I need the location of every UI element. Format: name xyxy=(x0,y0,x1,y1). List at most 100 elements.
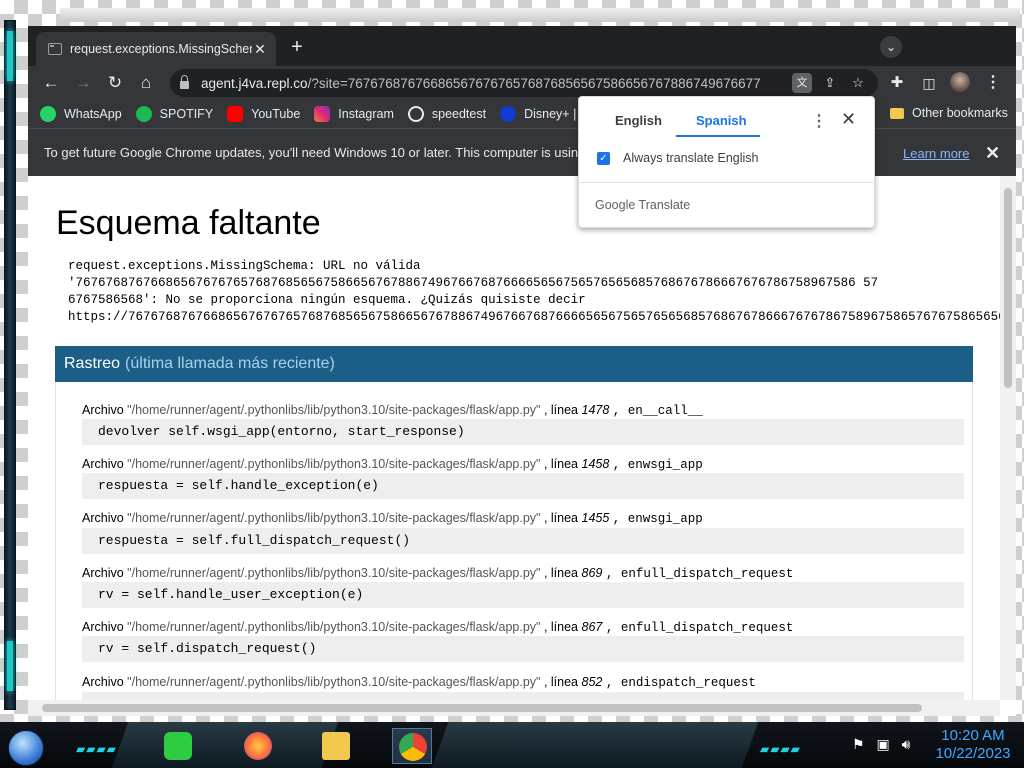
lock-icon[interactable] xyxy=(180,75,189,89)
other-bookmarks[interactable]: Other bookmarks xyxy=(890,106,1008,120)
taskbar-app-file-explorer[interactable] xyxy=(316,728,356,764)
system-tray: ⚑ ▣ 🔊︎ xyxy=(852,736,910,753)
side-panel-icon[interactable]: ◫ xyxy=(918,72,940,94)
desktop-frame-top xyxy=(60,8,1020,22)
other-bookmarks-label: Other bookmarks xyxy=(912,106,1008,120)
disney-icon xyxy=(500,106,517,122)
extensions-icon[interactable]: ✚ xyxy=(886,72,908,94)
page-content: Esquema faltante request.exceptions.Miss… xyxy=(28,176,1000,700)
bookmark-label: WhatsApp xyxy=(64,107,122,121)
error-line: 6767586568': No se proporciona ningún es… xyxy=(68,293,586,307)
whatsapp-icon xyxy=(40,106,56,122)
taskbar-decoration xyxy=(111,722,339,768)
frame-code[interactable]: devolver self.wsgi_app(entorno, start_re… xyxy=(82,419,964,445)
page-title: Esquema faltante xyxy=(56,204,321,242)
reload-button[interactable]: ↻ xyxy=(104,72,126,94)
clock-date: 10/22/2023 xyxy=(935,745,1011,762)
frame-code[interactable]: respuesta = self.full_dispatch_request() xyxy=(82,528,964,554)
active-tab-indicator xyxy=(676,135,760,137)
bookmark-label: speedtest xyxy=(431,107,487,121)
error-message: request.exceptions.MissingSchema: URL no… xyxy=(68,258,1000,326)
translate-close-icon[interactable]: ✕ xyxy=(841,109,856,130)
frame-location: Archivo "/home/runner/agent/.pythonlibs/… xyxy=(82,675,756,690)
infobar-close-icon[interactable]: ✕ xyxy=(985,143,1000,164)
traceback-subtitle: (última llamada más reciente) xyxy=(125,355,335,372)
chrome-icon xyxy=(399,733,427,761)
new-tab-button[interactable]: + xyxy=(286,36,308,58)
frame-location: Archivo "/home/runner/agent/.pythonlibs/… xyxy=(82,457,703,472)
google-translate-label: Google Translate xyxy=(595,198,691,212)
taskbar-decoration xyxy=(431,722,759,768)
bookmark-youtube[interactable]: YouTube xyxy=(227,106,300,122)
start-button[interactable] xyxy=(8,730,44,766)
frame-location: Archivo "/home/runner/agent/.pythonlibs/… xyxy=(82,620,794,635)
traceback-frames: Archivo "/home/runner/agent/.pythonlibs/… xyxy=(55,382,973,700)
frame-location: Archivo "/home/runner/agent/.pythonlibs/… xyxy=(82,511,703,526)
tab-english[interactable]: English xyxy=(615,113,662,128)
frame-code[interactable]: rv = self.dispatch_request() xyxy=(82,636,964,662)
browser-tab[interactable]: request.exceptions.MissingSchem ✕ xyxy=(36,32,276,66)
volume-icon[interactable]: 🔊︎ xyxy=(902,736,911,752)
infobar-text: To get future Google Chrome updates, you… xyxy=(44,145,584,160)
divider xyxy=(579,182,876,183)
translate-icon[interactable]: 文 xyxy=(792,73,812,93)
scroll-thumb[interactable] xyxy=(42,704,922,712)
browser-toolbar: ← → ↻ ⌂ agent.j4va.repl.co/?site=7676768… xyxy=(28,66,1016,100)
always-translate-label[interactable]: Always translate English xyxy=(623,151,758,165)
bookmark-speedtest[interactable]: speedtest xyxy=(407,106,487,122)
horizontal-scrollbar[interactable] xyxy=(28,700,1000,716)
network-icon[interactable]: ▣ xyxy=(876,736,889,752)
taskbar-app-firefox[interactable] xyxy=(238,728,278,764)
forward-button[interactable]: → xyxy=(72,72,94,94)
folder-icon xyxy=(890,107,904,119)
address-bar[interactable]: agent.j4va.repl.co/?site=767676876766865… xyxy=(170,69,878,97)
terminal-icon xyxy=(48,43,62,55)
youtube-icon xyxy=(227,106,244,122)
frame-code[interactable] xyxy=(82,692,964,700)
error-line: request.exceptions.MissingSchema: URL no… xyxy=(68,259,421,273)
flag-icon[interactable]: ⚑ xyxy=(852,736,865,752)
chrome-menu-icon[interactable]: ⋮ xyxy=(982,72,1004,94)
translate-popup: English Spanish ⋮ ✕ ✓ Always translate E… xyxy=(578,96,876,228)
profile-avatar[interactable] xyxy=(950,72,972,94)
frame-code[interactable]: rv = self.handle_user_exception(e) xyxy=(82,582,964,608)
learn-more-link[interactable]: Learn more xyxy=(903,146,969,161)
error-line: https://76767687676686567676765768768565… xyxy=(68,310,1000,324)
notes-icon xyxy=(164,732,192,760)
frame-location: Archivo "/home/runner/agent/.pythonlibs/… xyxy=(82,566,794,581)
frame-code[interactable]: respuesta = self.handle_exception(e) xyxy=(82,473,964,499)
share-icon[interactable]: ⇪ xyxy=(820,73,840,93)
always-translate-checkbox[interactable]: ✓ xyxy=(597,152,610,165)
bookmark-label: Instagram xyxy=(338,107,394,121)
taskbar-glow: ▰▰▰▰ xyxy=(760,742,801,756)
url-text: agent.j4va.repl.co/?site=767676876766865… xyxy=(201,75,761,91)
tab-search-button[interactable]: ⌄ xyxy=(880,36,902,58)
scroll-thumb[interactable] xyxy=(1004,188,1012,388)
home-button[interactable]: ⌂ xyxy=(135,72,157,94)
tab-strip: request.exceptions.MissingSchem ✕ + ⌄ xyxy=(28,26,1016,66)
system-clock[interactable]: 10:20 AM 10/22/2023 xyxy=(928,727,1018,763)
taskbar-app-chrome[interactable] xyxy=(392,728,432,764)
traceback-title: Rastreo xyxy=(64,355,121,372)
frame-glow xyxy=(7,641,13,691)
bookmark-label: YouTube xyxy=(251,107,301,121)
speedtest-icon xyxy=(407,106,424,122)
instagram-icon xyxy=(314,106,331,122)
tab-spanish[interactable]: Spanish xyxy=(696,113,747,128)
bookmark-star-icon[interactable]: ☆ xyxy=(848,73,868,93)
desktop-frame-left xyxy=(4,20,16,710)
error-line: '767676876766865676767657687685656758665… xyxy=(68,276,879,290)
vertical-scrollbar[interactable] xyxy=(1000,176,1016,700)
taskbar-app-notes[interactable] xyxy=(158,728,198,764)
bookmark-whatsapp[interactable]: WhatsApp xyxy=(40,106,122,122)
firefox-icon xyxy=(244,732,272,760)
bookmark-instagram[interactable]: Instagram xyxy=(314,106,394,122)
bookmark-spotify[interactable]: SPOTIFY xyxy=(135,106,214,122)
frame-location: Archivo "/home/runner/agent/.pythonlibs/… xyxy=(82,403,703,418)
tab-close-icon[interactable]: ✕ xyxy=(252,41,268,57)
bookmark-label: SPOTIFY xyxy=(159,107,214,121)
file-explorer-icon xyxy=(322,732,350,760)
translate-menu-icon[interactable]: ⋮ xyxy=(811,111,827,131)
tab-title: request.exceptions.MissingSchem xyxy=(70,42,252,56)
back-button[interactable]: ← xyxy=(40,72,62,94)
